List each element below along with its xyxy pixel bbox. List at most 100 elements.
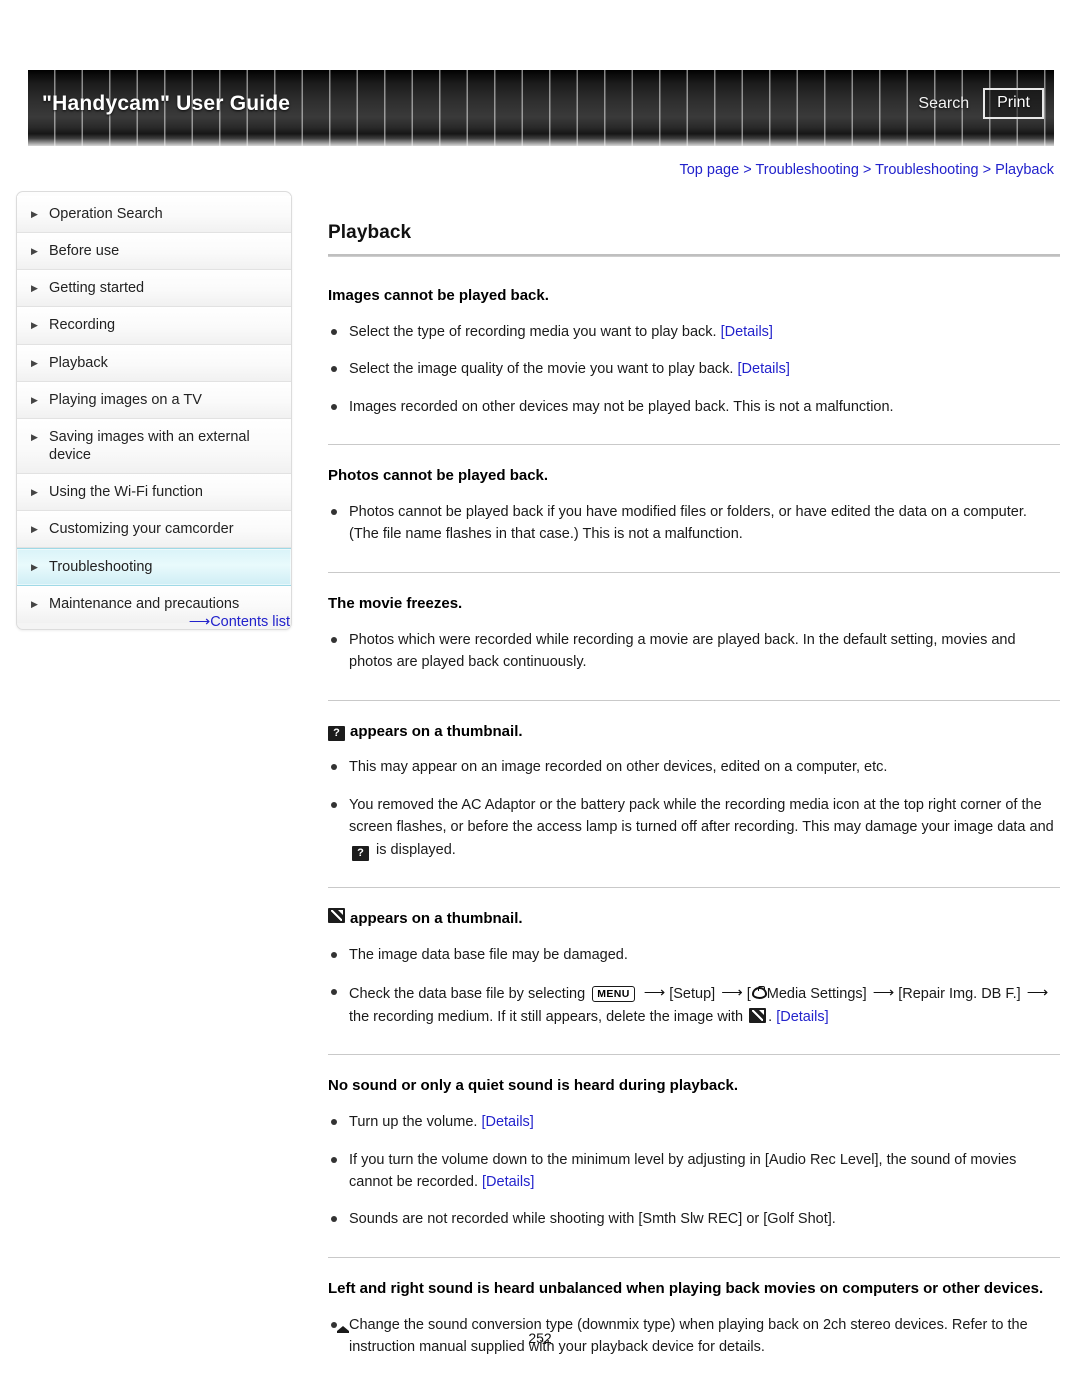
bullet-list: The image data base file may be damaged.… [328, 944, 1060, 1028]
sidebar-item-label: Playing images on a TV [49, 391, 202, 408]
sidebar-navigation: ▶ Operation Search ▶ Before use ▶ Gettin… [16, 191, 292, 630]
section-divider [328, 1256, 1060, 1258]
section-heading: appears on a thumbnail. [350, 722, 523, 740]
breadcrumb: Top page > Troubleshooting > Troubleshoo… [679, 162, 1054, 178]
bullet-text: Sounds are not recorded while shooting w… [349, 1211, 836, 1228]
bullet-list: Photos which were recorded while recordi… [328, 629, 1060, 674]
list-item: Photos cannot be played back if you have… [328, 501, 1060, 546]
sidebar-item-using-the-wifi-function[interactable]: ▶ Using the Wi-Fi function [17, 474, 291, 512]
contents-list-label: Contents list [210, 614, 290, 630]
chevron-right-icon: ▶ [31, 357, 38, 368]
chevron-right-icon: ▶ [31, 246, 38, 257]
list-item: Photos which were recorded while recordi… [328, 629, 1060, 674]
question-mark-icon: ? [328, 725, 345, 741]
list-item: Turn up the volume. [Details] [328, 1111, 1060, 1133]
bullet-text: If you turn the volume down to the minim… [349, 1151, 1017, 1190]
sidebar-item-playback[interactable]: ▶ Playback [17, 344, 291, 382]
details-link[interactable]: [Details] [482, 1174, 534, 1190]
sidebar-item-playing-images-on-a-tv[interactable]: ▶ Playing images on a TV [17, 381, 291, 419]
sidebar-item-recording[interactable]: ▶ Recording [17, 307, 291, 345]
list-item: The image data base file may be damaged. [328, 944, 1060, 966]
sidebar-item-label: Troubleshooting [49, 559, 153, 576]
arrow-right-icon: ⟶ [643, 984, 665, 1002]
contents-list-link[interactable]: ⟶ Contents list [16, 612, 292, 630]
breadcrumb-item-troubleshooting-1[interactable]: Troubleshooting [755, 162, 858, 178]
bullet-text: Select the type of recording media you w… [349, 323, 721, 340]
print-button[interactable]: Print [983, 88, 1044, 119]
repair-img-db-label: [Repair Img. DB F.] [898, 986, 1021, 1003]
media-settings-label: Media Settings] [766, 986, 867, 1003]
bullet-text: Select the image quality of the movie yo… [349, 361, 738, 378]
bullet-list: Photos cannot be played back if you have… [328, 501, 1060, 546]
section-heading: The movie freezes. [328, 594, 463, 612]
chevron-right-icon: ▶ [31, 209, 38, 219]
section-heading-with-icon: ? appears on a thumbnail. [328, 721, 1060, 743]
section-photos-cannot-be-played-back: Photos cannot be played back. Photos can… [328, 465, 1060, 546]
section-the-movie-freezes: The movie freezes. Photos which were rec… [328, 593, 1060, 674]
search-button[interactable]: Search [918, 95, 969, 113]
list-item: Select the type of recording media you w… [328, 321, 1060, 343]
section-divider [328, 444, 1060, 446]
section-broken-icon-thumbnail: appears on a thumbnail. The image data b… [328, 908, 1060, 1028]
bullet-text: Photos which were recorded while recordi… [349, 631, 1016, 671]
breadcrumb-item-top-page[interactable]: Top page [679, 162, 739, 178]
sidebar-item-troubleshooting[interactable]: ▶ Troubleshooting [17, 548, 291, 587]
chevron-right-icon: ▶ [31, 431, 38, 442]
section-heading: appears on a thumbnail. [350, 910, 523, 928]
section-heading: Left and right sound is heard unbalanced… [328, 1279, 1044, 1297]
sidebar-item-label: Playback [49, 354, 108, 371]
section-question-icon-thumbnail: ? appears on a thumbnail. This may appea… [328, 721, 1060, 862]
chevron-right-icon: ▶ [31, 283, 38, 294]
details-link[interactable]: [Details] [776, 1009, 828, 1025]
breadcrumb-item-playback[interactable]: Playback [995, 162, 1054, 178]
sidebar-item-label: Getting started [49, 280, 145, 297]
details-link[interactable]: [Details] [738, 361, 790, 377]
bullet-list: Select the type of recording media you w… [328, 321, 1060, 418]
sidebar-item-before-use[interactable]: ▶ Before use [17, 233, 291, 271]
section-divider [328, 699, 1060, 701]
sidebar-item-getting-started[interactable]: ▶ Getting started [17, 270, 291, 308]
menu-button-icon: MENU [592, 986, 635, 1003]
sidebar-item-customizing-your-camcorder[interactable]: ▶ Customizing your camcorder [17, 511, 291, 549]
sidebar-item-label: Before use [49, 243, 120, 260]
bullet-text-end: . [768, 1008, 777, 1025]
section-images-cannot-be-played-back: Images cannot be played back. Select the… [328, 285, 1060, 418]
details-link[interactable]: [Details] [481, 1114, 533, 1130]
bullet-text-continued: is displayed. [372, 841, 456, 858]
chevron-right-icon: ▶ [31, 524, 38, 535]
chevron-right-icon: ▶ [31, 320, 38, 331]
app-title: "Handycam" User Guide [42, 92, 291, 115]
question-mark-icon: ? [352, 845, 369, 861]
chevron-right-icon: ▶ [31, 562, 38, 573]
bullet-text: You removed the AC Adaptor or the batter… [349, 796, 1054, 836]
bullet-text: Check the data base file by selecting [349, 986, 590, 1003]
section-left-right-unbalanced: Left and right sound is heard unbalanced… [328, 1278, 1060, 1359]
bullet-list: This may appear on an image recorded on … [328, 756, 1060, 861]
list-item: Select the image quality of the movie yo… [328, 358, 1060, 380]
details-link[interactable]: [Details] [721, 324, 773, 340]
sidebar-item-label: Saving images with an external device [49, 428, 250, 463]
sidebar-item-label: Maintenance and precautions [49, 596, 240, 613]
sidebar-item-saving-images-external-device[interactable]: ▶ Saving images with an external device [17, 418, 291, 474]
list-item: If you turn the volume down to the minim… [328, 1149, 1060, 1194]
section-heading-with-icon: appears on a thumbnail. [328, 908, 1060, 930]
bullet-text: Images recorded on other devices may not… [349, 398, 894, 415]
media-settings-icon [751, 986, 767, 1000]
bullet-text: Turn up the volume. [349, 1114, 482, 1131]
section-heading: Images cannot be played back. [328, 287, 549, 304]
breadcrumb-separator: > [982, 162, 992, 178]
sidebar-item-label: Customizing your camcorder [49, 521, 234, 538]
list-item: Sounds are not recorded while shooting w… [328, 1208, 1060, 1230]
list-item: This may appear on an image recorded on … [328, 756, 1060, 778]
sidebar-item-operation-search[interactable]: ▶ Operation Search [17, 196, 291, 234]
sidebar-item-label: Using the Wi-Fi function [49, 484, 203, 500]
chevron-right-icon: ▶ [31, 394, 38, 405]
chevron-right-icon: ▶ [31, 599, 38, 610]
breadcrumb-item-troubleshooting-2[interactable]: Troubleshooting [875, 162, 978, 178]
section-no-sound: No sound or only a quiet sound is heard … [328, 1075, 1060, 1231]
bullet-text: This may appear on an image recorded on … [349, 759, 888, 776]
arrow-right-icon: ⟶ [872, 984, 894, 1002]
section-divider [328, 887, 1060, 889]
section-heading: Photos cannot be played back. [328, 467, 549, 485]
bullet-list: Turn up the volume. [Details] If you tur… [328, 1111, 1060, 1231]
